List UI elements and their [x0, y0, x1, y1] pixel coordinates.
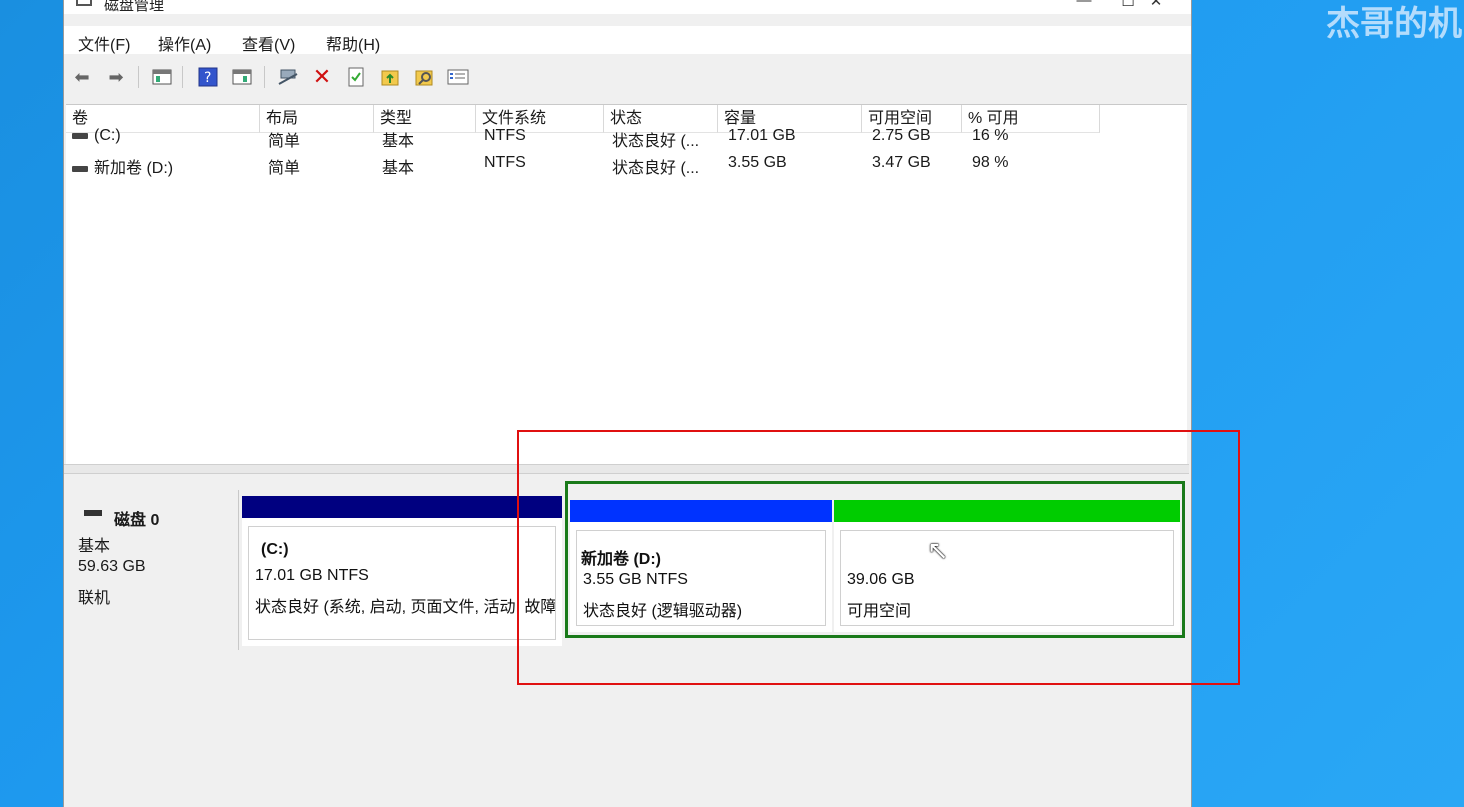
list-view-icon[interactable]	[446, 65, 470, 89]
connect-icon[interactable]	[276, 65, 300, 89]
maximize-icon[interactable]: ☐	[1118, 0, 1138, 10]
menu-bar: 文件(F) 操作(A) 查看(V) 帮助(H)	[64, 26, 1191, 54]
disk-type: 基本	[78, 538, 111, 555]
highlight-annotation-box	[517, 430, 1240, 685]
menu-view[interactable]: 查看(V)	[242, 31, 295, 55]
disk-0-label[interactable]: 磁盘 0 基本 59.63 GB 联机	[66, 490, 239, 650]
disk-state: 联机	[78, 590, 111, 607]
minimize-icon[interactable]: —	[1074, 0, 1094, 10]
svg-text:?: ?	[204, 70, 211, 86]
watermark-text: 杰哥的机	[1326, 4, 1462, 44]
disk-icon	[84, 510, 102, 516]
menu-file[interactable]: 文件(F)	[78, 31, 130, 55]
delete-icon[interactable]: ✕	[310, 64, 334, 89]
mouse-cursor-icon: ↖	[927, 535, 949, 565]
console-tree-icon[interactable]	[150, 65, 174, 89]
title-bar: 磁盘管理 — ☐ ✕	[64, 0, 1191, 14]
toolbar: ⬅ ➡ ? ✕	[64, 60, 1191, 94]
disk-name: 磁盘 0	[114, 512, 160, 529]
volume-icon	[72, 132, 88, 139]
up-folder-icon[interactable]	[378, 65, 402, 89]
back-arrow-icon[interactable]: ⬅	[70, 65, 94, 89]
search-folder-icon[interactable]	[412, 65, 436, 89]
forward-arrow-icon[interactable]: ➡	[104, 65, 128, 89]
disk-management-window: 磁盘管理 — ☐ ✕ 文件(F) 操作(A) 查看(V) 帮助(H) ⬅ ➡ ?…	[63, 0, 1192, 807]
app-icon	[76, 0, 92, 6]
volume-icon	[72, 165, 88, 172]
volume-list: 卷 布局 类型 文件系统 状态 容量 可用空间 % 可用 (C:) 简单 基本 …	[66, 104, 1187, 465]
disk-size: 59.63 GB	[78, 558, 146, 575]
properties-icon[interactable]	[344, 65, 368, 89]
close-icon[interactable]: ✕	[1146, 0, 1166, 10]
partition-c[interactable]: (C:) 17.01 GB NTFS 状态良好 (系统, 启动, 页面文件, 活…	[242, 496, 562, 646]
help-icon[interactable]: ?	[196, 65, 220, 89]
menu-action[interactable]: 操作(A)	[158, 31, 211, 55]
partition-bar	[242, 496, 562, 518]
show-hide-icon[interactable]	[230, 65, 254, 89]
window-title: 磁盘管理	[104, 0, 165, 14]
menu-help[interactable]: 帮助(H)	[326, 31, 380, 55]
